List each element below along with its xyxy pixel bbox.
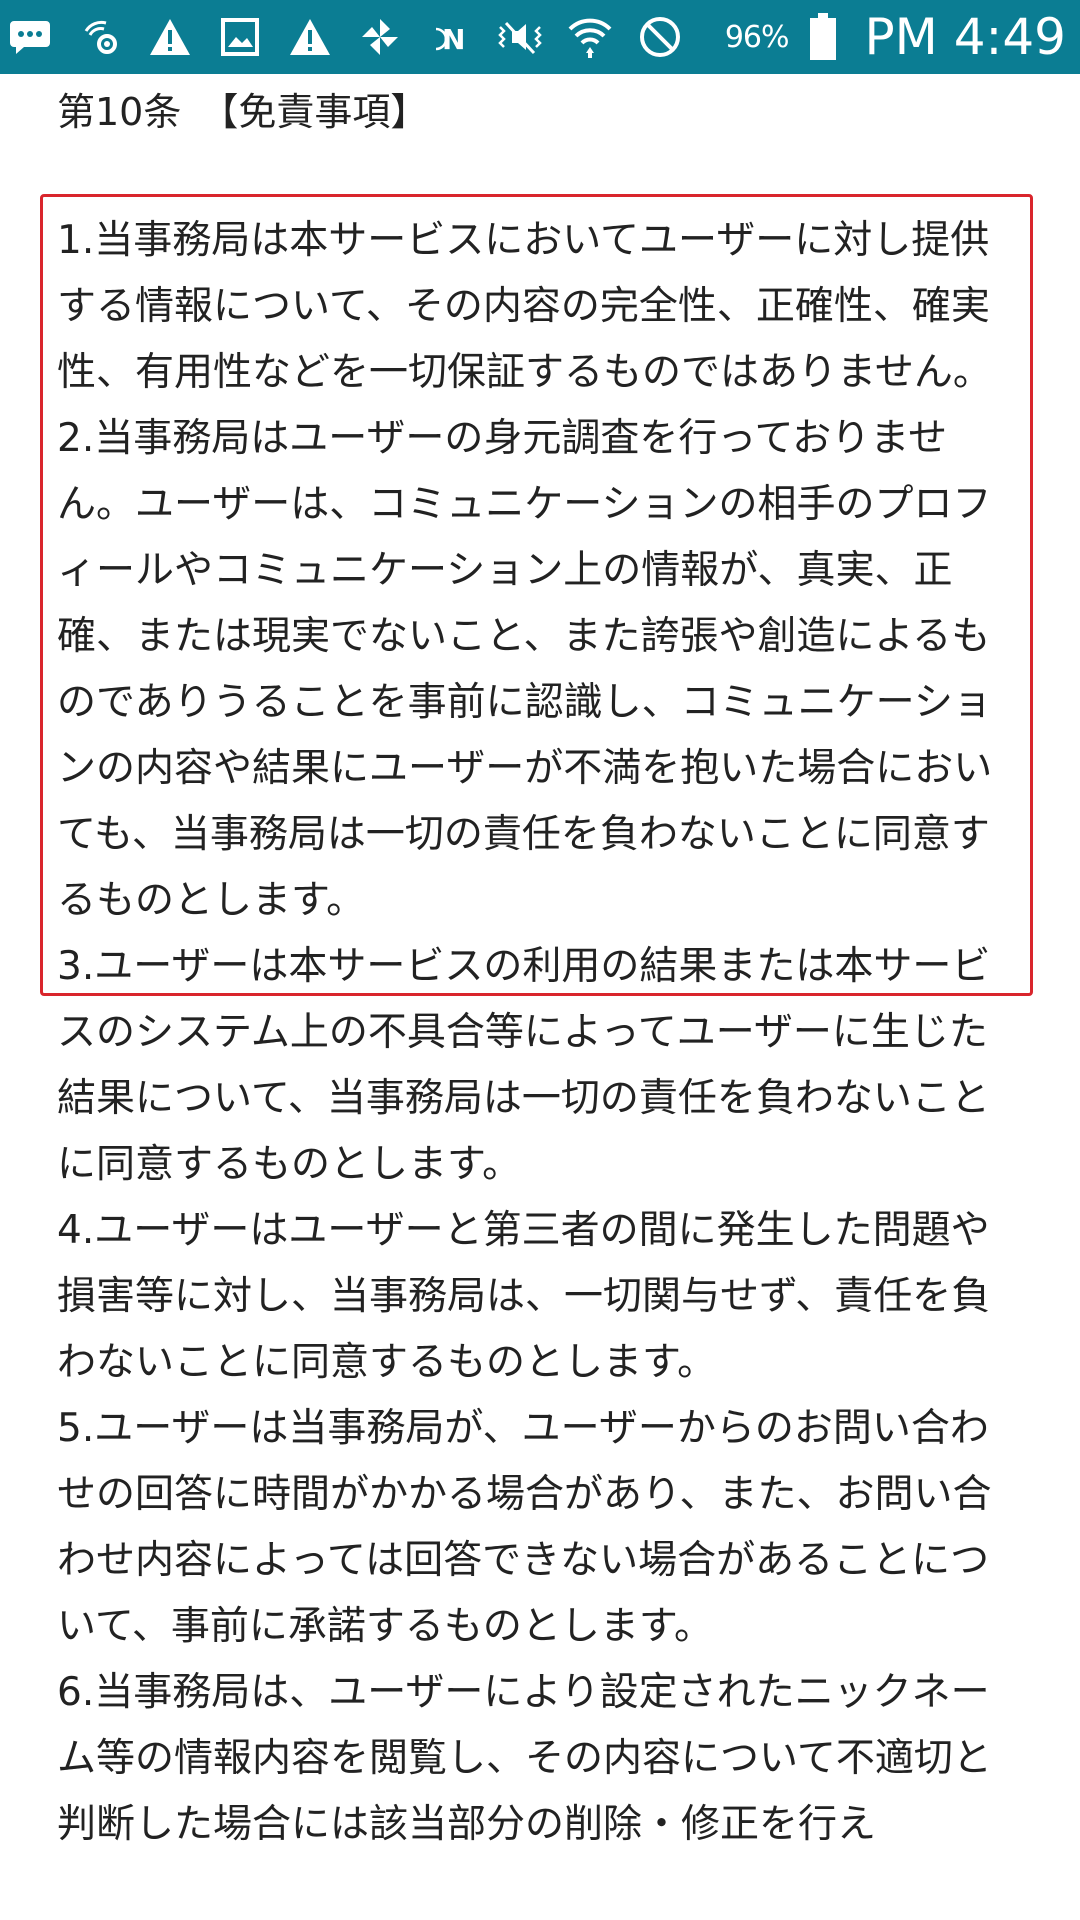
term-item-1: 1.当事務局は本サービスにおいてユーザーに対し提供する情報について、その内容の完… [57, 218, 992, 395]
status-bar: N 96% PM 4:49 [0, 0, 1080, 74]
clock: PM 4:49 [864, 8, 1066, 66]
term-item-2: 2.当事務局はユーザーの身元調査を行っておりません。ユーザーは、コミュニケーショ… [57, 416, 993, 923]
signal-setting-icon [76, 13, 124, 61]
vibrate-mute-icon [496, 13, 544, 61]
more-icon [6, 13, 54, 61]
term-item-6: 6.当事務局は、ユーザーにより設定されたニックネーム等の情報内容を閲覧し、その内… [57, 1670, 992, 1847]
term-item-5: 5.ユーザーは当事務局が、ユーザーからのお問い合わせの回答に時間がかかる場合があ… [57, 1406, 992, 1649]
warning-icon [146, 13, 194, 61]
block-icon [636, 13, 684, 61]
terms-list: 1.当事務局は本サービスにおいてユーザーに対し提供する情報について、その内容の完… [57, 208, 1017, 1858]
battery-percent: 96% [724, 19, 790, 55]
svg-text:N: N [442, 23, 465, 56]
battery-icon [799, 13, 847, 61]
nfc-icon: N [426, 13, 474, 61]
terms-content[interactable]: 第10条 【免責事項】 1.当事務局は本サービスにおいてユーザーに対し提供する情… [0, 74, 1080, 1920]
term-item-3: 3.ユーザーは本サービスの利用の結果または本サービスのシステム上の不具合等によっ… [57, 944, 991, 1187]
gallery-icon [216, 13, 264, 61]
status-indicators: 96% PM 4:49 [725, 8, 1080, 66]
pinwheel-icon [356, 13, 404, 61]
term-item-4: 4.ユーザーはユーザーと第三者の間に発生した問題や損害等に対し、当事務局は、一切… [57, 1208, 991, 1385]
warning-icon [286, 13, 334, 61]
notification-icons: N [0, 13, 684, 61]
wifi-icon [566, 13, 614, 61]
article-heading: 第10条 【免責事項】 [57, 90, 429, 134]
